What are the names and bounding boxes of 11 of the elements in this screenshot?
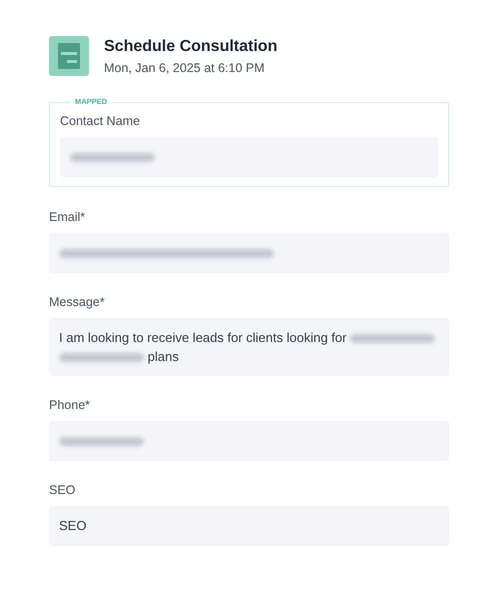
form-icon — [49, 36, 89, 76]
field-label: Contact Name — [60, 113, 141, 129]
field-label: Message* — [49, 294, 106, 310]
value-text: SEO — [59, 518, 86, 533]
field-label: Email* — [49, 209, 86, 225]
field-label: SEO — [49, 482, 76, 498]
value-text: I am looking to receive leads for clients looking for — [59, 330, 347, 345]
submission-date: Mon, Jan 6, 2025 at 6:10 PM — [104, 60, 266, 76]
field-label: Phone* — [49, 397, 92, 413]
form-title: Schedule Consultation — [104, 36, 278, 56]
value-text: plans — [148, 349, 179, 364]
